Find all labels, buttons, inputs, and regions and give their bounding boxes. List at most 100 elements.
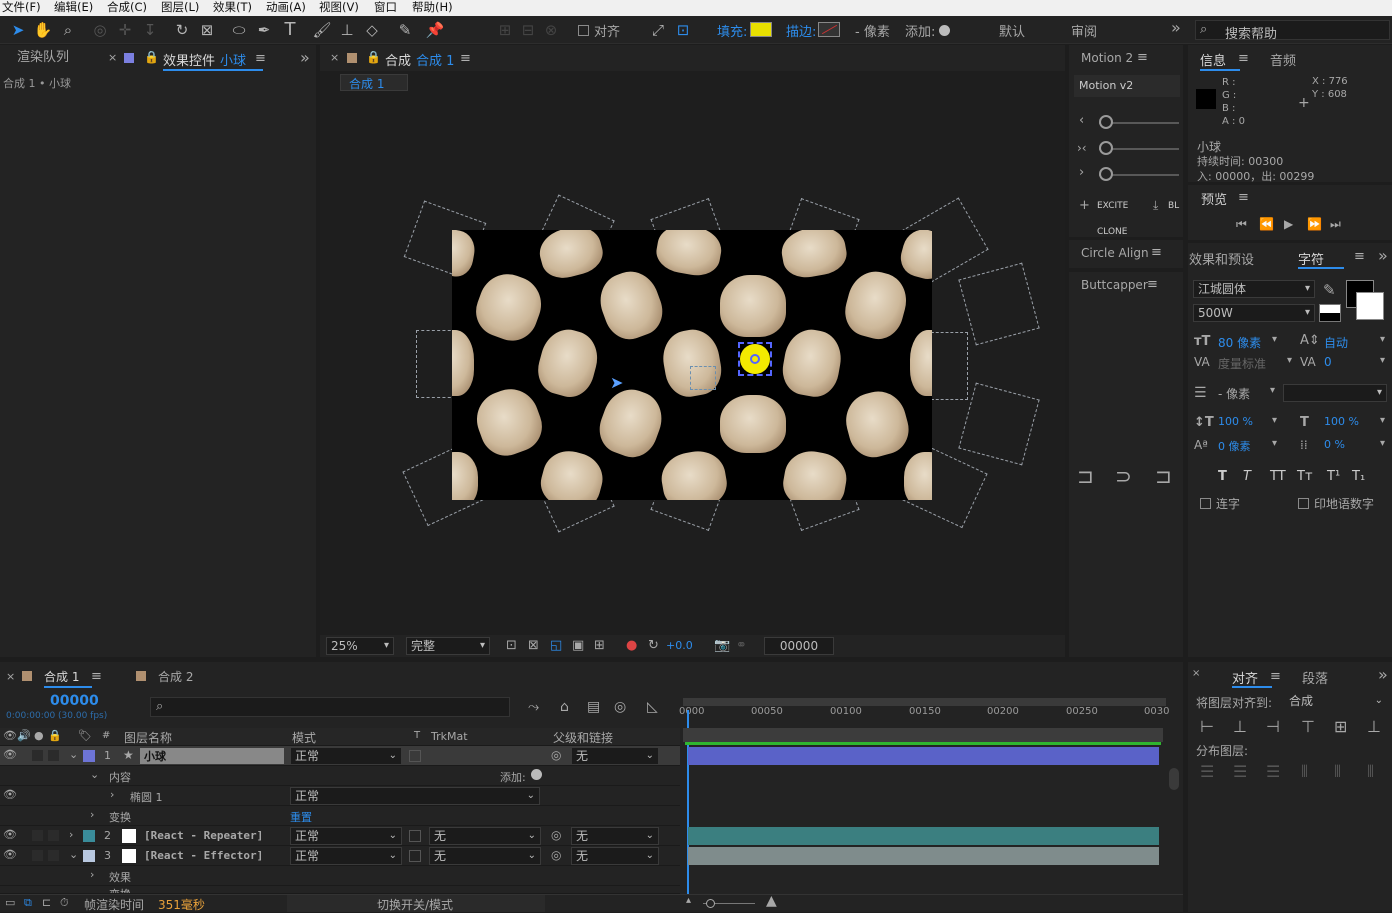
comp-panel-menu-icon[interactable]: ≡	[460, 51, 471, 66]
stroke-swatch[interactable]	[818, 22, 840, 37]
tracking-value[interactable]: 0	[1324, 355, 1332, 369]
stroke-width-value[interactable]: - 像素	[1218, 385, 1250, 402]
square-cap-icon[interactable]: ⊐	[1155, 464, 1172, 488]
small-caps-button[interactable]: Tт	[1297, 469, 1313, 484]
solo-toggle[interactable]	[32, 830, 43, 841]
stroke-color-swatch[interactable]	[1356, 292, 1384, 320]
trkmat-select[interactable]: 无 ⌄	[429, 827, 541, 845]
layer-switches-icon[interactable]: ▭	[5, 896, 15, 909]
exposure-value[interactable]: +0.0	[666, 639, 693, 652]
layer-duration-bar[interactable]	[688, 827, 1159, 845]
lock-toggle[interactable]	[48, 850, 59, 861]
baseline-dropdown-icon[interactable]: ▾	[1272, 438, 1277, 449]
layer-label-color[interactable]	[83, 830, 95, 842]
ease-out-knob[interactable]	[1099, 167, 1113, 181]
preview-menu-icon[interactable]: ≡	[1238, 190, 1249, 205]
ease-both-knob[interactable]	[1099, 141, 1113, 155]
anchor-point-icon[interactable]	[750, 354, 760, 364]
render-time-icon[interactable]: ⏱	[60, 896, 69, 910]
fill-swatch[interactable]	[750, 22, 772, 37]
align-top-icon[interactable]: ⊤	[1301, 717, 1315, 736]
play-icon[interactable]: ▶	[1284, 217, 1293, 231]
roto-brush-tool-icon[interactable]: ✎	[395, 20, 415, 40]
tab-paragraph[interactable]: 段落	[1302, 668, 1328, 687]
menu-effect[interactable]: 效果(T)	[213, 0, 252, 15]
lock-toggle[interactable]	[48, 750, 59, 761]
visibility-icon[interactable]: 👁	[3, 828, 17, 841]
tracking-dropdown-icon[interactable]: ▾	[1380, 355, 1385, 366]
font-size-dropdown-icon[interactable]: ▾	[1272, 334, 1277, 345]
timeline-scrollbar[interactable]	[1166, 746, 1182, 876]
guides-icon[interactable]: ▣	[572, 638, 584, 653]
menu-help[interactable]: 帮助(H)	[412, 0, 453, 15]
trkmat-select[interactable]: 无 ⌄	[429, 847, 541, 865]
more-panels-icon[interactable]: »	[1378, 665, 1388, 684]
character-menu-icon[interactable]: ≡	[1354, 249, 1365, 264]
tab-effects-presets[interactable]: 效果和预设	[1189, 249, 1254, 268]
all-caps-button[interactable]: TT	[1270, 469, 1286, 484]
layer-name[interactable]: [React - Repeater]	[144, 829, 263, 842]
close-timeline-tab-icon[interactable]: ×	[6, 670, 15, 683]
distribute-right-icon[interactable]: ⦀	[1367, 762, 1374, 782]
menu-composition[interactable]: 合成(C)	[107, 0, 147, 15]
region-icon[interactable]: ⊡	[506, 638, 517, 653]
tsume-value[interactable]: 0 %	[1324, 438, 1345, 451]
ligatures-checkbox[interactable]	[1200, 498, 1211, 509]
content-property-row[interactable]: ⌄ 内容 添加:	[0, 766, 680, 786]
expand-chevron-icon[interactable]: ⌄	[90, 768, 99, 781]
layer-label-color[interactable]	[83, 850, 95, 862]
menu-view[interactable]: 视图(V)	[319, 0, 359, 15]
tab-timeline-comp1[interactable]: 合成 1	[44, 662, 92, 688]
next-frame-icon[interactable]: ⏩	[1307, 217, 1322, 231]
visibility-icon[interactable]: 👁	[3, 848, 17, 861]
tab-render-queue[interactable]: 渲染队列	[17, 45, 69, 71]
leading-dropdown-icon[interactable]: ▾	[1380, 334, 1385, 345]
expand-chevron-icon[interactable]: ›	[90, 868, 94, 881]
pickwhip-icon[interactable]: ◎	[551, 848, 561, 862]
transform-property-row[interactable]: 变换	[0, 886, 680, 894]
composition-canvas[interactable]: ➤	[452, 230, 932, 500]
timeline-timecode[interactable]: 00000	[50, 693, 99, 709]
snap-option-icon[interactable]: ⤢	[648, 20, 668, 40]
parent-select[interactable]: 无 ⌄	[571, 747, 659, 765]
fill-stroke-swatches[interactable]	[1346, 280, 1384, 320]
more-workspaces-icon[interactable]: »	[1171, 18, 1181, 37]
comp-subtab[interactable]: 合成 1	[340, 74, 408, 91]
menu-window[interactable]: 窗口	[374, 0, 397, 15]
effects-property-row[interactable]: › 效果	[0, 866, 680, 886]
layer-row[interactable]: 👁 › 2 [React - Repeater] 正常 ⌄ 无 ⌄ ◎ 无 ⌄	[0, 826, 680, 846]
visibility-icon[interactable]: 👁	[3, 788, 17, 801]
leading-value[interactable]: 自动	[1324, 334, 1348, 351]
layer-name[interactable]: [React - Effector]	[144, 849, 263, 862]
reset-exposure-icon[interactable]: ↻	[648, 638, 659, 653]
expand-chevron-icon[interactable]: ›	[90, 808, 94, 821]
butt-cap-icon[interactable]: ⊐	[1077, 464, 1094, 488]
font-family-select[interactable]: 江城圆体 ▾	[1193, 280, 1315, 298]
zoom-in-icon[interactable]: ▲	[766, 893, 777, 909]
layer-row[interactable]: 👁 ⌄ 3 [React - Effector] 正常 ⌄ 无 ⌄ ◎ 无 ⌄	[0, 846, 680, 866]
close-align-tab-icon[interactable]: ×	[1192, 668, 1200, 679]
distribute-bottom-icon[interactable]: ☰	[1266, 762, 1280, 781]
tsume-dropdown-icon[interactable]: ▾	[1380, 438, 1385, 449]
tab-align[interactable]: 对齐	[1232, 662, 1272, 688]
snap-target-icon[interactable]: ⊡	[673, 20, 693, 40]
blend-mode-select[interactable]: 正常 ⌄	[290, 827, 402, 845]
orbit-tool-icon[interactable]: ◎	[90, 20, 110, 40]
puppet-pin-tool-icon[interactable]: 📌	[425, 20, 445, 40]
lock-toggle[interactable]	[48, 830, 59, 841]
baseline-shift-value[interactable]: 0 像素	[1218, 438, 1251, 454]
more-panels-icon[interactable]: »	[1378, 246, 1388, 265]
selection-tool-icon[interactable]: ➤	[8, 20, 28, 40]
font-style-select[interactable]: 500W ▾	[1193, 304, 1315, 322]
panel-menu-icon[interactable]: ≡	[255, 51, 266, 66]
reset-transform-link[interactable]: 重置	[290, 809, 312, 825]
shy-layers-icon[interactable]: ⌂	[560, 699, 569, 715]
eraser-tool-icon[interactable]: ◇	[362, 20, 382, 40]
ball-layer[interactable]	[738, 342, 772, 376]
stroke-type-select[interactable]: ▾	[1283, 384, 1387, 402]
prev-frame-icon[interactable]: ⏪	[1259, 217, 1274, 231]
ellipse-tool-icon[interactable]: ⬭	[229, 20, 249, 40]
anchor-tool-icon[interactable]: ⊠	[197, 20, 217, 40]
pan-tool-icon[interactable]: ✛	[115, 20, 135, 40]
more-panels-icon[interactable]: »	[300, 48, 310, 67]
